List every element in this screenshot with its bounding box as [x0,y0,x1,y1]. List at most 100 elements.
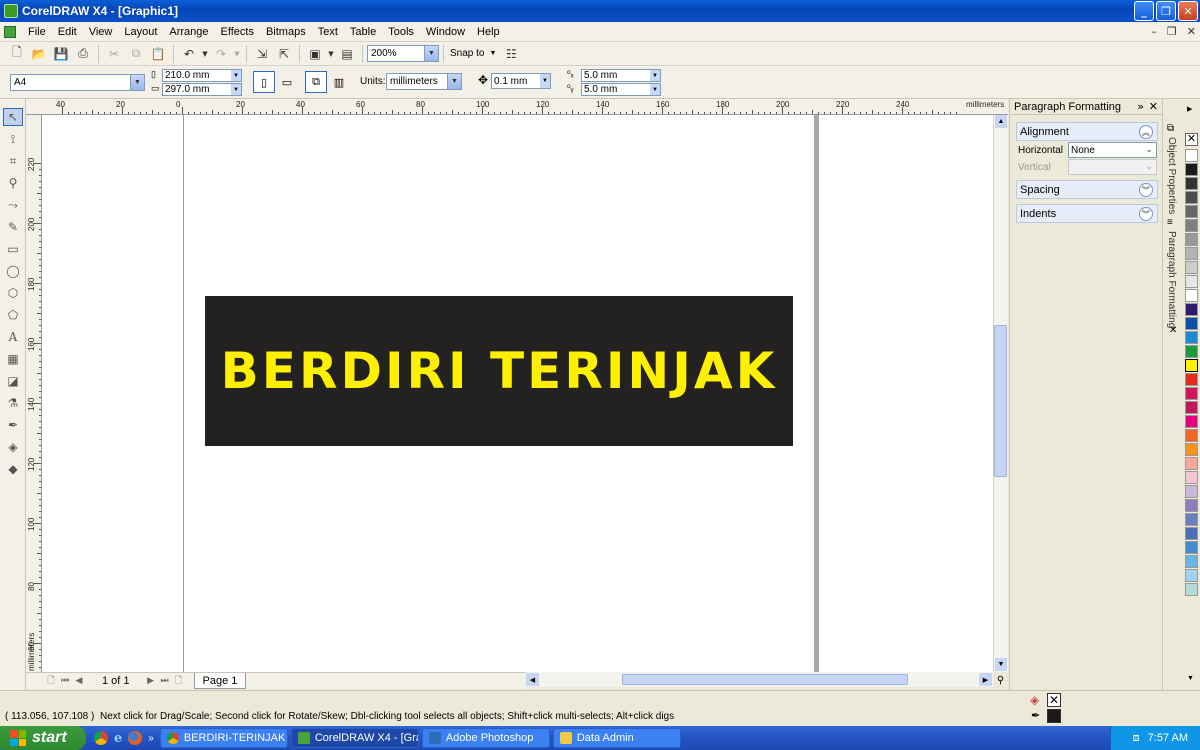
color-swatch[interactable] [1185,177,1198,190]
indents-section[interactable]: Indents ︾ [1016,204,1158,223]
spin-icon[interactable]: ▼ [231,70,241,81]
menu-tools[interactable]: Tools [382,26,420,38]
basic-shapes-tool-icon[interactable]: ⬠ [3,306,23,324]
fill-none-swatch[interactable]: ✕ [1047,693,1061,707]
menu-table[interactable]: Table [344,26,382,38]
paste-icon[interactable]: 📋 [148,44,168,64]
color-swatch[interactable] [1185,359,1198,372]
color-swatch[interactable] [1185,443,1198,456]
doc-minimize-icon[interactable]: – [1151,25,1157,38]
color-swatch[interactable] [1185,387,1198,400]
banner-rectangle[interactable]: BERDIRI TERINJAK [205,296,793,446]
rectangle-tool-icon[interactable]: ▭ [3,240,23,258]
smart-fill-tool-icon[interactable]: ✎ [3,218,23,236]
polygon-tool-icon[interactable]: ⬡ [3,284,23,302]
first-page-icon[interactable]: ⏮ [58,676,72,686]
application-launcher-icon[interactable]: ▣ [305,44,325,64]
task-coreldraw[interactable]: CorelDRAW X4 - [Gra... [290,728,419,748]
navigator-icon[interactable]: ⚲ [993,673,1008,687]
spin-icon[interactable]: ▼ [650,70,660,81]
horizontal-select[interactable]: None ⌄ [1068,142,1157,158]
color-swatch[interactable] [1185,303,1198,316]
tab-close-icon[interactable]: ✕ [1169,325,1177,336]
color-swatch[interactable] [1185,513,1198,526]
shape-tool-icon[interactable]: ⟟ [3,130,23,148]
expand-icon[interactable]: ︾ [1139,183,1153,197]
print-icon[interactable]: ⎙ [73,44,93,64]
color-swatch[interactable] [1185,261,1198,274]
table-tool-icon[interactable]: ▦ [3,350,23,368]
menu-arrange[interactable]: Arrange [163,26,214,38]
zoom-levels-combo[interactable]: 200% ▼ [367,45,439,62]
scroll-right-icon[interactable]: ▶ [979,673,992,686]
text-tool-icon[interactable]: A [3,328,23,346]
chrome-quicklaunch-icon[interactable] [94,731,108,745]
banner-text[interactable]: BERDIRI TERINJAK [221,342,778,400]
color-swatch[interactable] [1185,289,1198,302]
color-swatch[interactable] [1185,457,1198,470]
object-properties-tab-icon[interactable]: ⧉ [1167,123,1174,134]
horizontal-ruler[interactable]: 40 20 0 20 40 60 80 100 120 140 160 180 200 220 240 mil… [26,99,1008,115]
color-swatch[interactable] [1185,149,1198,162]
undo-dropdown-icon[interactable]: ▼ [201,44,209,64]
color-swatch[interactable] [1185,247,1198,260]
interactive-blend-tool-icon[interactable]: ◪ [3,372,23,390]
current-page-button[interactable]: ▥ [328,71,350,93]
menu-view[interactable]: View [83,26,119,38]
last-page-icon[interactable]: ⏭ [158,676,172,686]
doc-close-icon[interactable]: ✕ [1187,25,1196,38]
chevron-down-icon[interactable]: ▼ [447,74,461,89]
color-swatch[interactable] [1185,233,1198,246]
spin-icon[interactable]: ▼ [650,84,660,95]
document-icon[interactable] [4,25,16,38]
ellipse-tool-icon[interactable]: ◯ [3,262,23,280]
import-icon[interactable]: ⇲ [252,44,272,64]
all-pages-button[interactable]: ⧉ [305,71,327,93]
start-button[interactable]: start [0,726,86,750]
paper-width-field[interactable]: 210.0 mm ▼ [162,69,242,82]
copy-icon[interactable]: ⧉ [126,44,146,64]
page-tab[interactable]: Page 1 [193,673,247,689]
units-combo[interactable]: millimeters ▼ [386,73,462,90]
outline-color-swatch[interactable] [1047,709,1061,723]
chevron-down-icon[interactable]: ▼ [130,75,144,90]
menu-file[interactable]: File [22,26,52,38]
paragraph-formatting-tab[interactable]: Paragraph Formatting [1166,231,1177,328]
menu-help[interactable]: Help [471,26,506,38]
task-data-admin[interactable]: Data Admin [552,728,681,748]
chevron-down-icon[interactable]: ⌄ [1145,144,1153,155]
freehand-tool-icon[interactable]: ⤳ [3,196,23,214]
menu-window[interactable]: Window [420,26,471,38]
duplicate-distance-x-field[interactable]: 5.0 mm ▼ [581,69,661,82]
nudge-distance-field[interactable]: 0.1 mm ▼ [491,73,551,89]
zoom-tool-icon[interactable]: ⚲ [3,174,23,192]
color-swatch[interactable] [1185,345,1198,358]
color-swatch[interactable] [1185,499,1198,512]
doc-restore-icon[interactable]: ❐ [1167,25,1177,38]
add-page-before-icon[interactable]: 🗋 [44,673,58,689]
coreldraw-app-icon[interactable] [4,4,18,18]
fill-tool-icon[interactable]: ◈ [3,438,23,456]
menu-layout[interactable]: Layout [118,26,163,38]
undo-icon[interactable]: ↶ [179,44,199,64]
paragraph-tab-icon[interactable]: ≡ [1167,217,1173,228]
color-swatch[interactable] [1185,191,1198,204]
eyedropper-tool-icon[interactable]: ⚗ [3,394,23,412]
spacing-section[interactable]: Spacing ︾ [1016,180,1158,199]
menu-text[interactable]: Text [312,26,344,38]
palette-scroll-down-icon[interactable]: ▼ [1187,675,1194,682]
expand-icon[interactable]: ︾ [1139,207,1153,221]
landscape-button[interactable]: ▭ [276,71,298,93]
chevron-down-icon[interactable]: ▼ [424,46,438,61]
welcome-screen-icon[interactable]: ▤ [337,44,357,64]
portrait-button[interactable]: ▯ [253,71,275,93]
color-swatch[interactable] [1185,415,1198,428]
color-swatch[interactable] [1185,583,1198,596]
menu-bitmaps[interactable]: Bitmaps [260,26,312,38]
color-swatch[interactable] [1185,275,1198,288]
color-swatch[interactable] [1185,541,1198,554]
palette-scroll-up-icon[interactable]: ▶ [1187,105,1192,113]
spin-icon[interactable]: ▼ [540,74,550,88]
options-icon[interactable]: ☷ [501,44,521,64]
snap-to-dropdown-icon[interactable]: ▼ [489,50,496,57]
